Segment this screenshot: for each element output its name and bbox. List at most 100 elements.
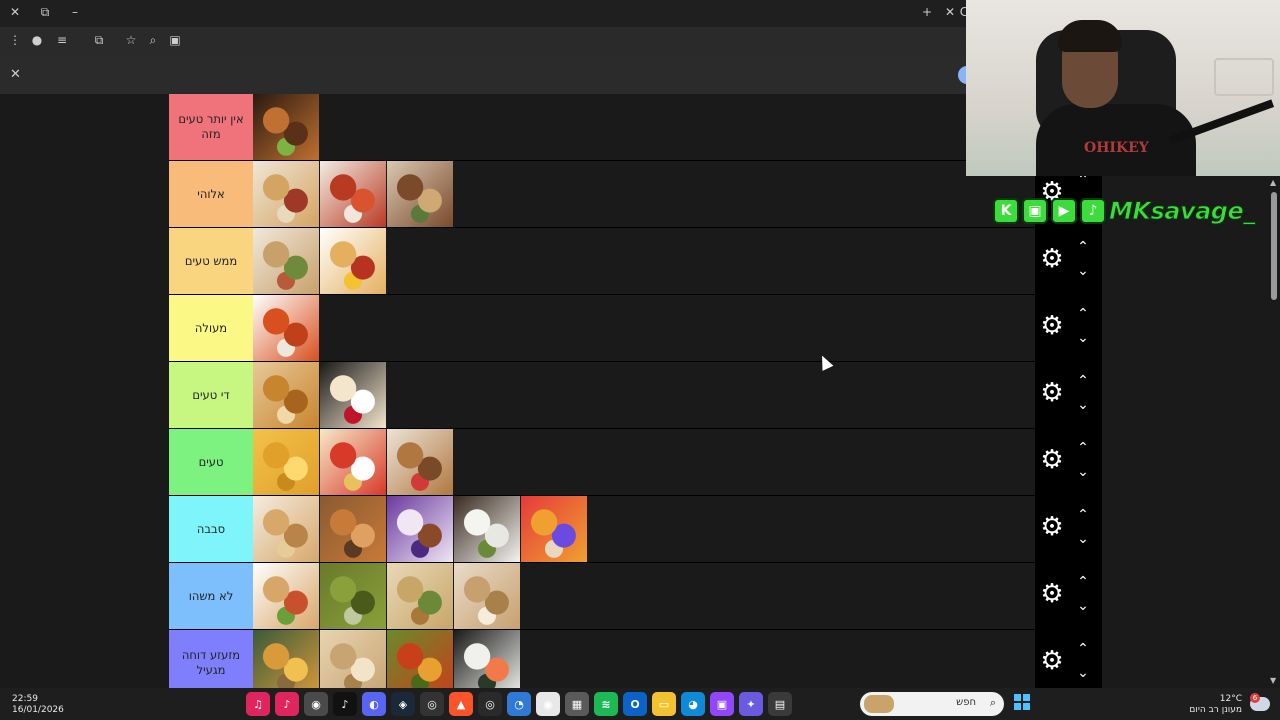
- tier-label[interactable]: די טעים: [169, 362, 253, 428]
- minimize-icon[interactable]: –: [66, 5, 84, 19]
- tier-label[interactable]: טעים: [169, 429, 253, 495]
- weather-widget[interactable]: 12°C מעונן רב היום: [1189, 694, 1242, 716]
- page-scrollbar[interactable]: ▲ ▼: [1268, 176, 1280, 688]
- twitch-app-icon[interactable]: ▣: [710, 692, 734, 716]
- chevron-down-icon[interactable]: ⌄: [1075, 532, 1091, 546]
- food-item-french-fries[interactable]: [253, 429, 319, 495]
- edge-dev-icon[interactable]: ◔: [507, 692, 531, 716]
- tiktok-icon[interactable]: ♪: [333, 692, 357, 716]
- outlook-icon[interactable]: O: [623, 692, 647, 716]
- translate-icon[interactable]: ▣: [166, 33, 184, 47]
- spotify-icon[interactable]: ≋: [594, 692, 618, 716]
- chrome-active-icon[interactable]: ◉: [304, 692, 328, 716]
- food-item-hot-dog[interactable]: [320, 228, 386, 294]
- taskbar-search[interactable]: חפש ⌕: [860, 692, 1004, 716]
- food-item-croissant[interactable]: [320, 496, 386, 562]
- tier-label[interactable]: לא משהו: [169, 563, 253, 629]
- edge-icon[interactable]: ◕: [681, 692, 705, 716]
- scroll-thumb[interactable]: [1271, 192, 1277, 300]
- food-item-popcorn[interactable]: [320, 429, 386, 495]
- taskbar-apps: ♫ ♪ ◉ ♪ ◐ ◈ ◎ ▲ ◎ ◔ ◉ ▦ ≋ O ▭ ◕ ▣ ✦ ▤: [246, 692, 792, 716]
- food-item-rainbow-popsicle[interactable]: [521, 496, 587, 562]
- extensions-icon[interactable]: ⧉: [90, 33, 108, 48]
- chrome-icon[interactable]: ◉: [536, 692, 560, 716]
- steam-icon[interactable]: ◈: [391, 692, 415, 716]
- chevron-up-icon[interactable]: ⌃: [1075, 575, 1091, 589]
- profile-avatar-icon[interactable]: ●: [28, 33, 46, 47]
- chevron-down-icon[interactable]: ⌄: [1075, 465, 1091, 479]
- brave-icon[interactable]: ▲: [449, 692, 473, 716]
- gear-icon[interactable]: ⚙: [1039, 514, 1065, 540]
- tier-label[interactable]: מזעזע דוחה מגעיל: [169, 630, 253, 696]
- snip-icon[interactable]: ▤: [768, 692, 792, 716]
- food-item-pastry[interactable]: [454, 563, 520, 629]
- food-item-red-pasta[interactable]: [320, 161, 386, 227]
- github-icon[interactable]: ◎: [420, 692, 444, 716]
- food-item-pickles[interactable]: [320, 563, 386, 629]
- tiktok-app-icon[interactable]: ♪: [275, 692, 299, 716]
- food-item-onion-rings[interactable]: [253, 362, 319, 428]
- food-item-matzah[interactable]: [320, 630, 386, 696]
- food-item-spaghetti[interactable]: [253, 295, 319, 361]
- food-item-crepes[interactable]: [387, 429, 453, 495]
- copilot-icon[interactable]: ✦: [739, 692, 763, 716]
- gear-icon[interactable]: ⚙: [1039, 246, 1065, 272]
- food-item-donut[interactable]: [320, 362, 386, 428]
- store-icon[interactable]: ▦: [565, 692, 589, 716]
- tier-items: [253, 496, 1035, 562]
- food-item-sausage-rolls[interactable]: [253, 161, 319, 227]
- food-item-sushi[interactable]: [454, 630, 520, 696]
- scroll-down-icon[interactable]: ▼: [1270, 676, 1276, 685]
- gear-icon[interactable]: ⚙: [1039, 447, 1065, 473]
- tier-label[interactable]: אין יותר טעים מזה: [169, 94, 253, 160]
- tier-label[interactable]: סבבה: [169, 496, 253, 562]
- zoom-icon[interactable]: ⌕: [144, 33, 162, 48]
- restore-icon[interactable]: ⧉: [36, 5, 54, 20]
- chevron-down-icon[interactable]: ⌄: [1075, 331, 1091, 345]
- tier-label[interactable]: אלוהי: [169, 161, 253, 227]
- bookmark-star-icon[interactable]: ☆: [122, 33, 140, 47]
- food-item-rice[interactable]: [454, 496, 520, 562]
- windows-start-icon[interactable]: [1014, 694, 1030, 710]
- food-item-hummus[interactable]: [387, 563, 453, 629]
- chevron-up-icon[interactable]: ⌃: [1075, 441, 1091, 455]
- scroll-up-icon[interactable]: ▲: [1270, 178, 1276, 187]
- tier-label[interactable]: ממש טעים: [169, 228, 253, 294]
- tier-row: סבבה ⚙ ⌃ ⌄: [169, 496, 1102, 563]
- chevron-up-icon[interactable]: ⌃: [1075, 240, 1091, 254]
- new-tab-button[interactable]: +: [918, 5, 936, 19]
- chevron-down-icon[interactable]: ⌄: [1075, 666, 1091, 680]
- tier-controls: ⚙ ⌃ ⌄: [1035, 429, 1102, 495]
- food-item-popsicle[interactable]: [387, 496, 453, 562]
- gear-icon[interactable]: ⚙: [1039, 313, 1065, 339]
- chevron-up-icon[interactable]: ⌃: [1075, 642, 1091, 656]
- chevron-up-icon[interactable]: ⌃: [1075, 508, 1091, 522]
- food-item-pita-sandwich[interactable]: [387, 161, 453, 227]
- food-item-chickpea-soup[interactable]: [253, 630, 319, 696]
- food-item-bourekas[interactable]: [253, 496, 319, 562]
- discord-icon[interactable]: ◐: [362, 692, 386, 716]
- food-item-burritos[interactable]: [253, 228, 319, 294]
- tier-row: מזעזע דוחה מגעיל ⚙ ⌃ ⌄: [169, 630, 1102, 697]
- gear-icon[interactable]: ⚙: [1039, 581, 1065, 607]
- folder-icon[interactable]: ▭: [652, 692, 676, 716]
- chevron-up-icon[interactable]: ⌃: [1075, 307, 1091, 321]
- food-item-sub-sandwich[interactable]: [253, 563, 319, 629]
- music-icon[interactable]: ♫: [246, 692, 270, 716]
- gear-icon[interactable]: ⚙: [1039, 380, 1065, 406]
- close-icon[interactable]: ✕: [6, 5, 24, 19]
- chevron-down-icon[interactable]: ⌄: [1075, 599, 1091, 613]
- chevron-down-icon[interactable]: ⌄: [1075, 398, 1091, 412]
- gear-icon[interactable]: ⚙: [1039, 648, 1065, 674]
- food-item-olives-salad[interactable]: [387, 630, 453, 696]
- tier-items: [253, 228, 1035, 294]
- reading-list-icon[interactable]: ≡: [53, 33, 71, 47]
- obs-icon[interactable]: ◎: [478, 692, 502, 716]
- chevron-up-icon[interactable]: ⌃: [1075, 374, 1091, 388]
- menu-dots-icon[interactable]: ⋮: [6, 33, 24, 47]
- clock[interactable]: 22:59 16/01/2026: [12, 694, 64, 716]
- tier-label[interactable]: מעולה: [169, 295, 253, 361]
- close-icon[interactable]: ✕: [10, 67, 21, 82]
- chevron-down-icon[interactable]: ⌄: [1075, 264, 1091, 278]
- food-item-burger[interactable]: [253, 94, 319, 160]
